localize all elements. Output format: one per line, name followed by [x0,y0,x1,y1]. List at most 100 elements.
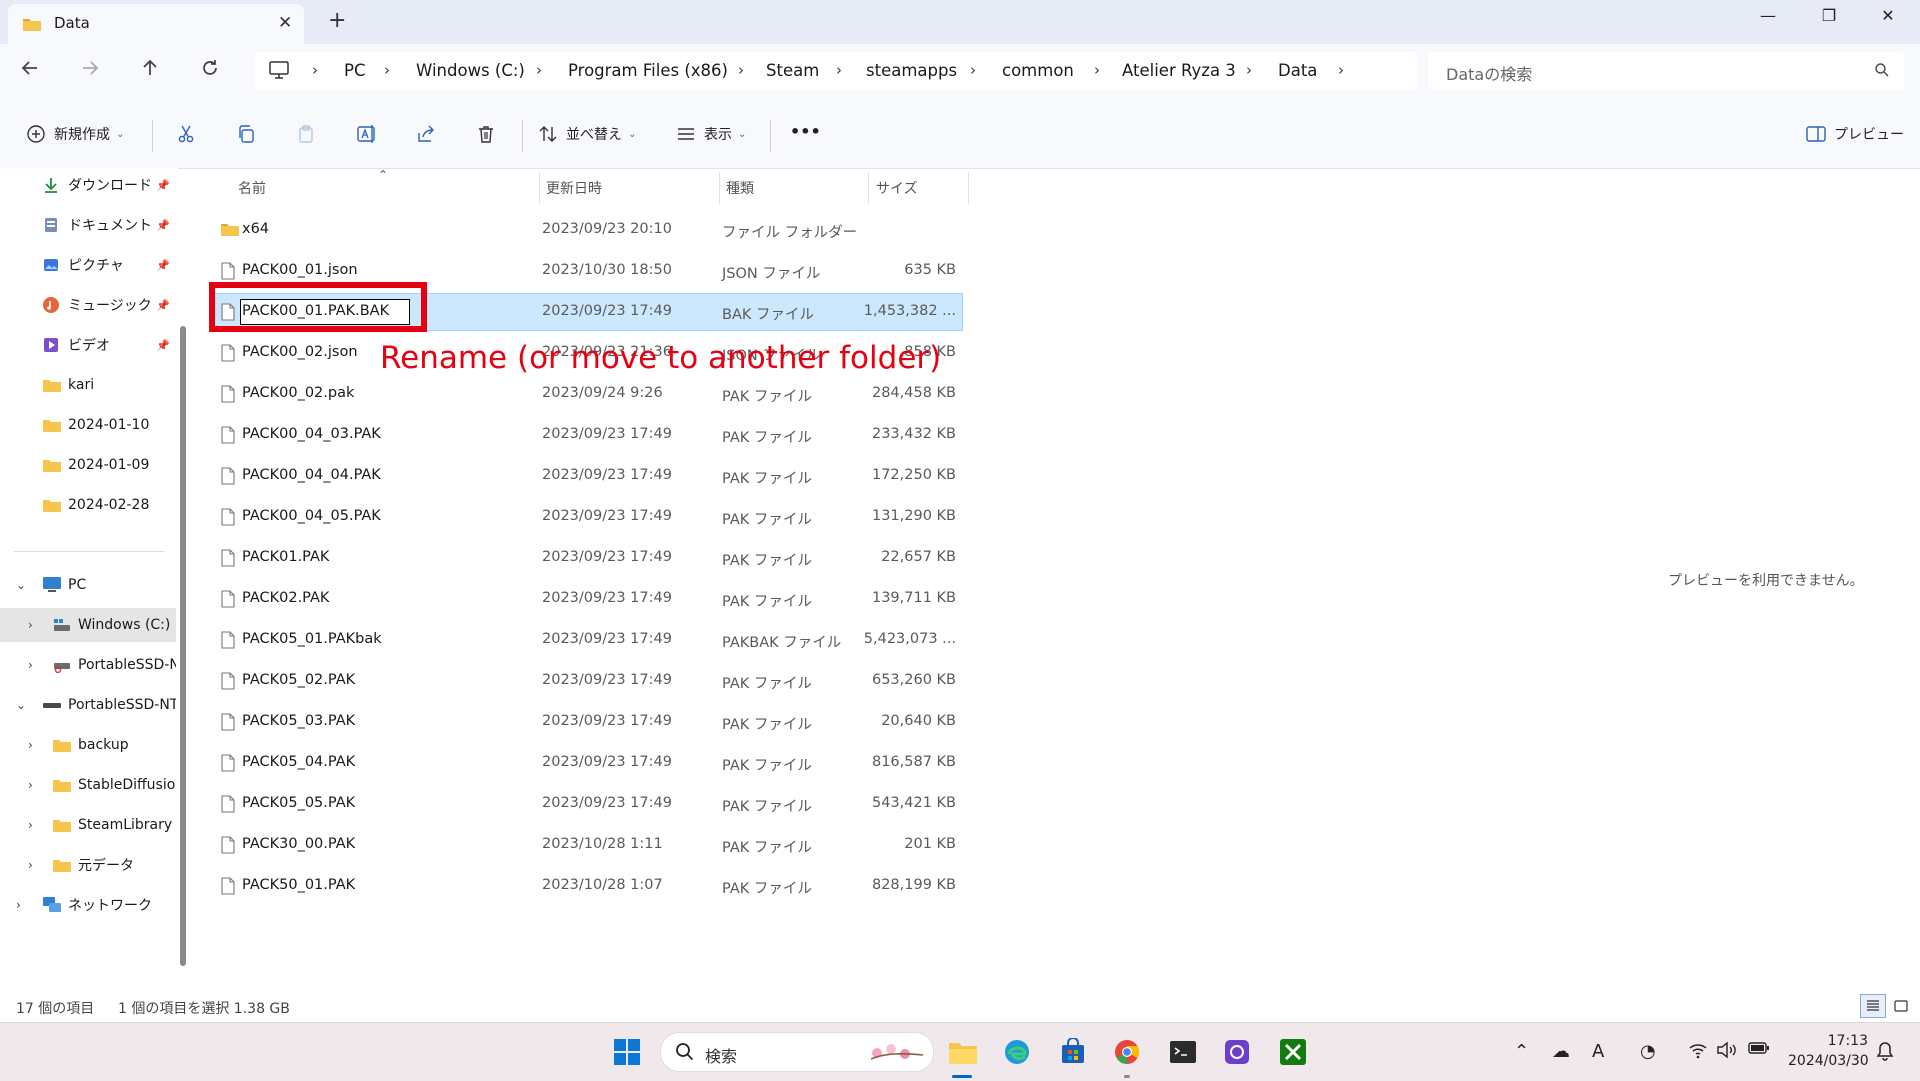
breadcrumb-chevron-icon[interactable]: › [536,61,542,79]
breadcrumb-chevron-icon[interactable]: › [970,61,976,79]
file-row[interactable]: PACK50_01.PAK 2023/10/28 1:07 PAK ファイル 828,… [212,868,962,904]
search-icon[interactable] [1874,62,1890,78]
sidebar-item-downloads[interactable]: ダウンロード 📌 [0,168,176,202]
taskbar-search-box[interactable]: 検索 [660,1032,934,1072]
delete-button[interactable] [476,124,496,144]
breadcrumb-program-files[interactable]: Program Files (x86) [568,61,728,80]
file-row[interactable]: PACK00_04_05.PAK 2023/09/23 17:49 PAK ファイル… [212,499,962,535]
cut-button[interactable] [176,124,196,144]
copy-button[interactable] [236,124,256,144]
refresh-button[interactable] [200,58,230,78]
close-window-button[interactable]: ✕ [1865,6,1911,25]
column-header-type[interactable]: 種類 [726,178,754,198]
file-explorer-icon[interactable] [946,1035,980,1069]
file-row[interactable]: PACK05_05.PAK 2023/09/23 17:49 PAK ファイル 543… [212,786,962,822]
details-view-button[interactable] [1860,994,1886,1018]
file-row[interactable]: PACK05_03.PAK 2023/09/23 17:49 PAK ファイル 20,… [212,704,962,740]
sidebar-item-portablessd-nt[interactable]: ⌄ PortableSSD-NT [0,688,176,722]
breadcrumb-chevron-icon[interactable]: › [1246,61,1252,79]
column-header-name[interactable]: 名前 [238,178,266,198]
file-row[interactable]: PACK05_02.PAK 2023/09/23 17:49 PAK ファイル 653… [212,663,962,699]
sidebar-item-backup[interactable]: › backup [0,728,176,762]
sidebar-item-2024-02-28[interactable]: 2024-02-28 [0,488,176,522]
column-header-date[interactable]: 更新日時 [546,178,602,198]
file-row[interactable]: x64 2023/09/23 20:10 ファイル フォルダー [212,212,962,248]
maximize-button[interactable]: ❐ [1806,6,1852,25]
notification-bell-icon[interactable] [1876,1041,1894,1061]
column-divider[interactable] [968,172,969,204]
chevron-up-icon[interactable]: ⌃ [1514,1041,1529,1062]
store-icon[interactable] [1056,1035,1090,1069]
tab-data[interactable]: Data ✕ [8,4,304,44]
column-divider[interactable] [539,172,540,204]
breadcrumb-chevron-icon[interactable]: › [1094,61,1100,79]
file-row[interactable]: PACK01.PAK 2023/09/23 17:49 PAK ファイル 22,657… [212,540,962,576]
new-button[interactable]: 新規作成 ⌄ [26,124,124,144]
column-header-size[interactable]: サイズ [876,178,918,198]
onedrive-offline-icon[interactable]: ☁ [1552,1041,1570,1062]
breadcrumb-steam[interactable]: Steam [766,61,819,80]
up-button[interactable] [140,58,170,78]
minimize-button[interactable]: — [1745,6,1791,25]
chevron-right-icon[interactable]: › [28,778,33,792]
chevron-right-icon[interactable]: › [28,658,33,672]
column-divider[interactable] [719,172,720,204]
tab-close-button[interactable]: ✕ [278,13,292,33]
forward-button[interactable] [80,58,110,78]
column-divider[interactable] [868,172,869,204]
breadcrumb-chevron-icon[interactable]: › [384,61,390,79]
view-button[interactable]: 表示 ⌄ [676,124,746,144]
chevron-right-icon[interactable]: › [28,618,33,632]
chevron-down-icon[interactable]: ⌄ [16,698,26,712]
xbox-icon[interactable] [1276,1035,1310,1069]
chevron-right-icon[interactable]: › [16,898,21,912]
new-tab-button[interactable]: + [328,8,346,33]
sidebar-item-2024-01-09[interactable]: 2024-01-09 [0,448,176,482]
ime-mode-icon[interactable]: A [1592,1041,1604,1062]
file-row[interactable]: PACK00_02.pak 2023/09/24 9:26 PAK ファイル 284,… [212,376,962,412]
sidebar-item-network[interactable]: › ネットワーク [0,888,176,922]
sidebar-item-pictures[interactable]: ピクチャ 📌 [0,248,176,282]
sidebar-scrollbar[interactable] [180,326,186,966]
paste-button[interactable] [296,124,316,144]
breadcrumb-data[interactable]: Data [1278,61,1317,80]
breadcrumb-pc[interactable]: PC [344,61,365,80]
chevron-right-icon[interactable]: › [28,738,33,752]
search-input[interactable]: Dataの検索 [1428,52,1904,90]
tiles-view-button[interactable] [1888,994,1914,1018]
terminal-icon[interactable] [1166,1035,1200,1069]
sort-button[interactable]: 並べ替え ⌄ [538,124,636,144]
chrome-icon[interactable] [1110,1035,1144,1069]
breadcrumb-common[interactable]: common [1002,61,1074,80]
file-row[interactable]: PACK30_00.PAK 2023/10/28 1:11 PAK ファイル 201 … [212,827,962,863]
share-button[interactable] [416,124,436,144]
chevron-right-icon[interactable]: › [28,818,33,832]
app-icon[interactable] [1220,1035,1254,1069]
sidebar-item-2024-01-10[interactable]: 2024-01-10 [0,408,176,442]
breadcrumb-chevron-icon[interactable]: › [836,61,842,79]
sidebar-item-windows-c[interactable]: › Windows (C:) [0,608,176,642]
taskbar-clock[interactable]: 17:13 2024/03/30 [1788,1031,1869,1071]
volume-icon[interactable] [1716,1041,1738,1059]
file-row[interactable]: PACK05_04.PAK 2023/09/23 17:49 PAK ファイル 816… [212,745,962,781]
edge-icon[interactable] [1000,1035,1034,1069]
sidebar-item-steamlibrary[interactable]: › SteamLibrary [0,808,176,842]
breadcrumb-steamapps[interactable]: steamapps [866,61,957,80]
file-row[interactable]: PACK05_01.PAKbak 2023/09/23 17:49 PAKBAK フ… [212,622,962,658]
sidebar-item-music[interactable]: ミュージック 📌 [0,288,176,322]
chevron-down-icon[interactable]: ⌄ [16,578,26,592]
rename-button[interactable] [356,124,378,144]
clock-app-icon[interactable]: ◔ [1640,1041,1656,1062]
breadcrumb-chevron-icon[interactable]: › [1338,61,1344,79]
sidebar-item-documents[interactable]: ドキュメント 📌 [0,208,176,242]
breadcrumb-chevron-icon[interactable]: › [312,61,318,79]
breadcrumb-windows-c[interactable]: Windows (C:) [416,61,525,80]
more-options-button[interactable]: ••• [790,122,821,141]
file-row[interactable]: PACK00_04_03.PAK 2023/09/23 17:49 PAK ファイル… [212,417,962,453]
breadcrumb-chevron-icon[interactable]: › [738,61,744,79]
back-button[interactable] [20,58,50,78]
wifi-icon[interactable] [1688,1041,1708,1059]
monitor-icon[interactable] [268,60,290,80]
sidebar-item-stablediffusion[interactable]: › StableDiffusion [0,768,176,802]
breadcrumb-atelier-ryza-3[interactable]: Atelier Ryza 3 [1122,61,1236,80]
